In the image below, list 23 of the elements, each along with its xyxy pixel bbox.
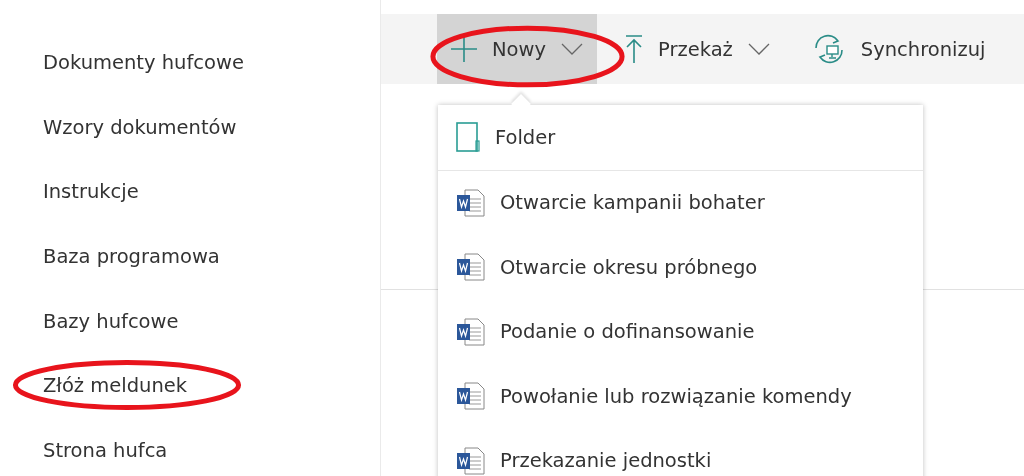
chevron-down-icon <box>747 43 770 55</box>
word-document-icon <box>456 316 486 347</box>
toolbar-button[interactable]: Przekaż <box>611 14 784 84</box>
folder-icon <box>456 122 481 153</box>
nav-link[interactable]: Bazy hufcowe <box>43 309 179 333</box>
nav-link[interactable]: Instrukcje <box>43 180 139 204</box>
nav-link[interactable]: Strona hufca <box>43 439 168 463</box>
chevron-down-icon <box>561 43 583 55</box>
plus-icon <box>451 36 477 62</box>
word-document-icon <box>456 252 486 283</box>
menu-item[interactable]: Przekazanie jednostki <box>438 428 923 476</box>
word-document-icon <box>456 445 486 476</box>
menu-item[interactable]: Otwarcie kampanii bohater <box>438 170 923 235</box>
nav-link[interactable]: Dokumenty hufcowe <box>43 51 244 74</box>
nav-link[interactable]: Wzory dokumentów <box>43 115 237 139</box>
menu-item[interactable]: Otwarcie okresu próbnego <box>438 235 923 300</box>
upload-icon <box>625 35 643 63</box>
word-document-icon <box>456 381 486 412</box>
toolbar-button[interactable]: Synchronizuj <box>797 14 1000 84</box>
nav-link[interactable]: Baza programowa <box>43 245 220 269</box>
menu-item[interactable]: Powołanie lub rozwiązanie komendy <box>438 364 923 429</box>
word-document-icon <box>456 187 486 218</box>
menu-item[interactable]: Podanie o dofinansowanie <box>438 299 923 364</box>
